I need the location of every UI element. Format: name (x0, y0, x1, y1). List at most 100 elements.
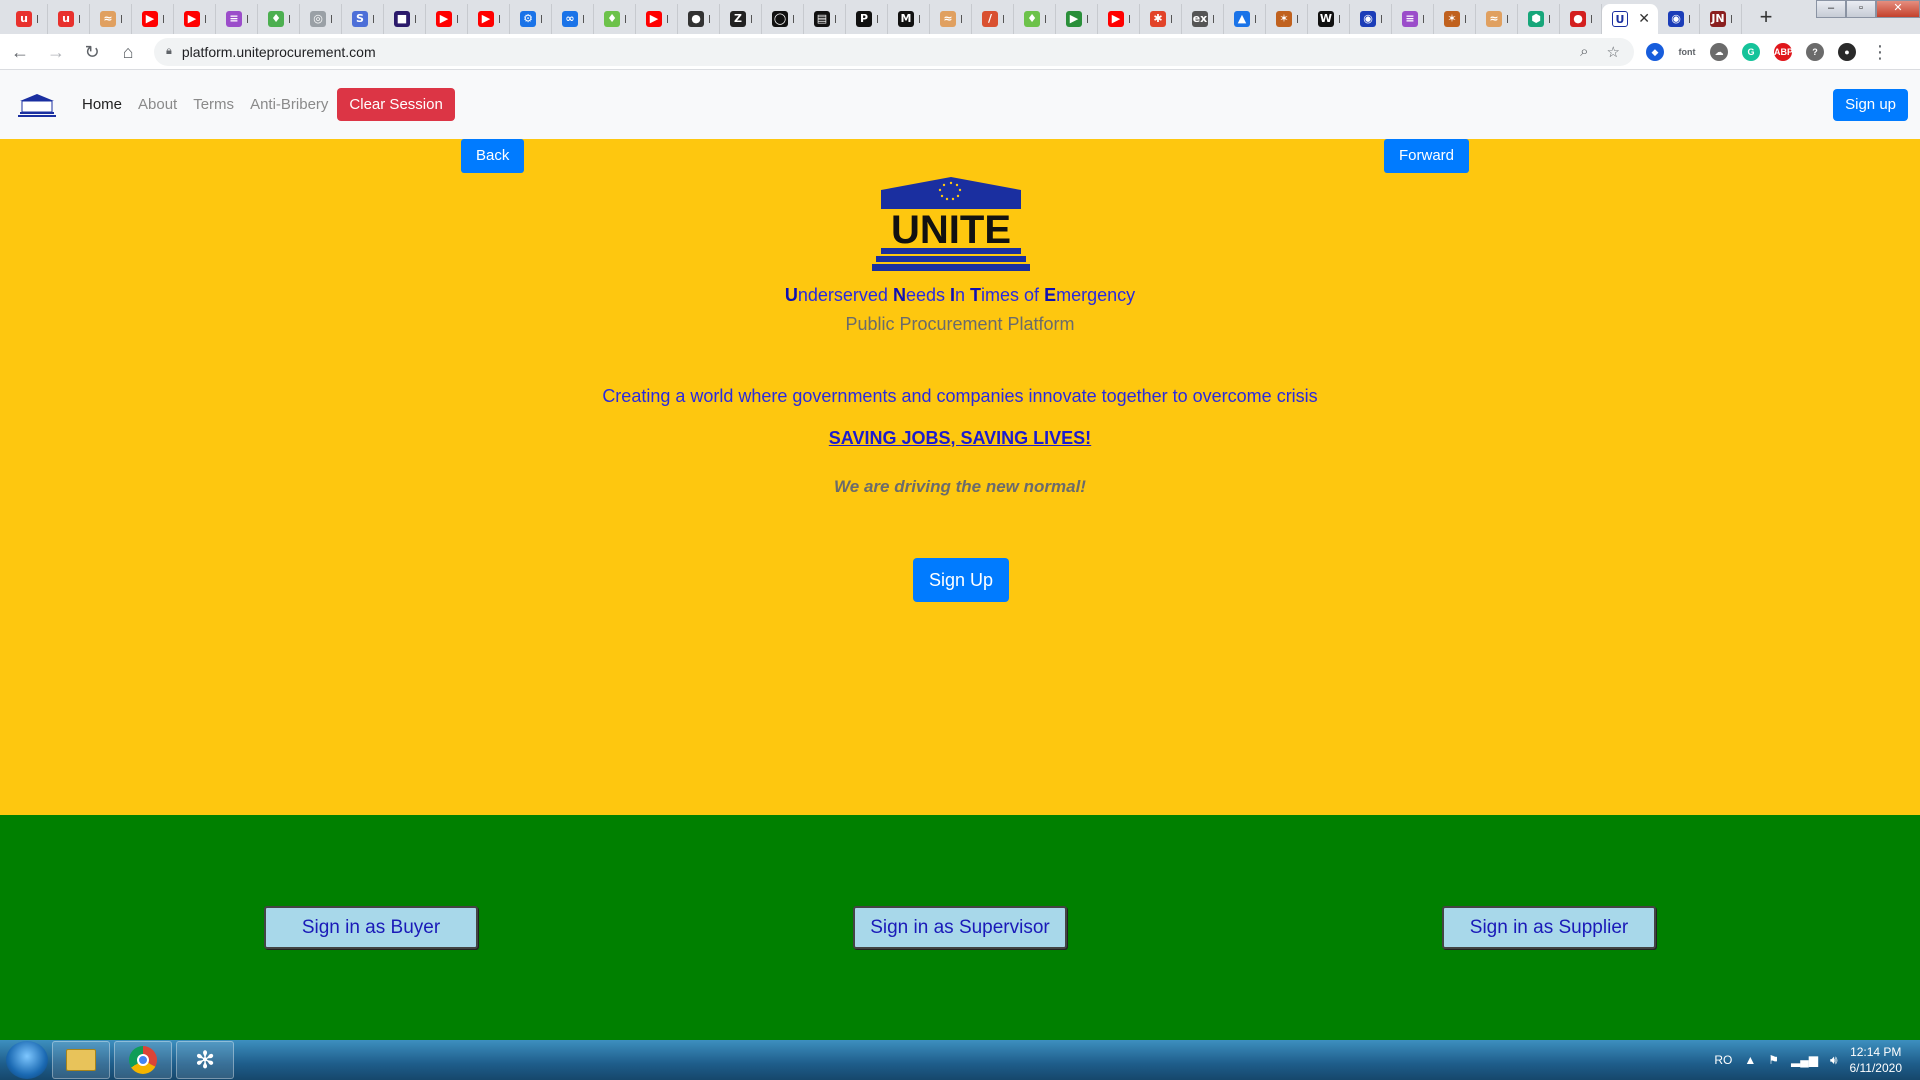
maximize-button[interactable]: ▫ (1846, 0, 1876, 18)
nav-terms[interactable]: Terms (193, 96, 234, 113)
minimize-button[interactable]: – (1816, 0, 1846, 18)
browser-tab[interactable]: W (1308, 4, 1350, 34)
bitwarden-icon[interactable]: ◆ (1646, 42, 1664, 61)
browser-toolbar: ← → ↻ ⌂ 🔒︎ platform.uniteprocurement.com… (0, 34, 1920, 70)
browser-tab[interactable]: ✶ (1266, 4, 1308, 34)
browser-tab[interactable]: ≈ (1476, 4, 1518, 34)
url-text: platform.uniteprocurement.com (181, 43, 376, 60)
browser-tab[interactable]: ✱ (1140, 4, 1182, 34)
browser-tab[interactable]: ≈ (90, 4, 132, 34)
sign-in-supervisor-button[interactable]: Sign in as Supervisor (853, 906, 1067, 949)
clear-session-button[interactable]: Clear Session (337, 88, 455, 121)
unite-brand-logo[interactable] (18, 92, 56, 118)
browser-tab[interactable]: S (342, 4, 384, 34)
browser-tab[interactable]: ex (1182, 4, 1224, 34)
nav-home[interactable]: Home (82, 96, 122, 113)
slack-icon[interactable]: ✻ (176, 1041, 234, 1079)
browser-tab[interactable]: ▶ (426, 4, 468, 34)
profile-avatar-icon[interactable]: ● (1838, 42, 1856, 61)
forward-arrow-icon[interactable]: → (40, 36, 72, 68)
z-icon: Z (730, 11, 746, 27)
globe-icon: ◎ (310, 11, 326, 27)
youtube-icon: ▶ (142, 11, 158, 27)
browser-tab[interactable]: ▤ (804, 4, 846, 34)
file-explorer-icon[interactable] (52, 1041, 110, 1079)
start-button-icon[interactable] (6, 1041, 48, 1079)
driving-text: We are driving the new normal! (834, 477, 1086, 496)
zoom-icon[interactable]: ⌕ (1580, 43, 1588, 61)
browser-tab[interactable]: u (6, 4, 48, 34)
browser-tab[interactable]: ◉ (1350, 4, 1392, 34)
grammarly-icon[interactable]: G (1742, 42, 1760, 61)
extension-badge-icon[interactable]: ? (1806, 42, 1824, 61)
sign-up-button[interactable]: Sign Up (913, 558, 1010, 602)
browser-tab[interactable]: / (972, 4, 1014, 34)
action-center-flag-icon[interactable]: ⚑ (1768, 1053, 1779, 1067)
browser-tab[interactable]: u (48, 4, 90, 34)
browser-tab[interactable]: ◯ (762, 4, 804, 34)
reload-icon[interactable]: ↻ (76, 36, 108, 68)
browser-tab[interactable]: ● (678, 4, 720, 34)
forward-button[interactable]: Forward (1384, 139, 1470, 173)
browser-tab[interactable]: ▶ (132, 4, 174, 34)
nav-anti-bribery[interactable]: Anti-Bribery (250, 96, 328, 113)
tab-divider (835, 15, 839, 23)
browser-tab[interactable]: ♦ (594, 4, 636, 34)
browser-tab-active[interactable]: U ✕ (1602, 4, 1658, 34)
youtube-icon: ▶ (646, 11, 662, 27)
browser-tab[interactable]: ● (1560, 4, 1602, 34)
s-icon: S (352, 11, 368, 27)
bookmark-star-icon[interactable]: ☆ (1607, 43, 1620, 61)
sign-in-supplier-button[interactable]: Sign in as Supplier (1442, 906, 1656, 949)
browser-tab[interactable]: ▲ (1224, 4, 1266, 34)
font-icon[interactable]: font (1678, 43, 1696, 61)
tab-divider (583, 15, 587, 23)
browser-tab[interactable]: ♦ (258, 4, 300, 34)
address-bar[interactable]: 🔒︎ platform.uniteprocurement.com ⌕ ☆ (154, 37, 1634, 66)
browser-tab[interactable]: M (888, 4, 930, 34)
browser-tab[interactable]: ◎ (300, 4, 342, 34)
tray-expand-icon[interactable]: ▲ (1744, 1053, 1756, 1067)
nav-about[interactable]: About (138, 96, 177, 113)
sign-in-buyer-button[interactable]: Sign in as Buyer (264, 906, 478, 949)
browser-tab[interactable]: ■ (384, 4, 426, 34)
browser-tab[interactable]: ▶ (174, 4, 216, 34)
browser-tab[interactable]: ≈ (930, 4, 972, 34)
volume-icon[interactable]: 🔊︎ (1830, 1053, 1838, 1068)
clock[interactable]: 12:14 PM 6/11/2020 (1850, 1044, 1903, 1076)
browser-tab[interactable]: ≡ (1392, 4, 1434, 34)
new-tab-button[interactable]: + (1752, 4, 1780, 32)
adblock-icon[interactable]: ABP (1774, 42, 1793, 61)
close-window-button[interactable]: ✕ (1876, 0, 1920, 18)
browser-tab[interactable]: ▶ (468, 4, 510, 34)
tab-close-icon[interactable]: ✕ (1638, 10, 1650, 27)
browser-tab[interactable]: ∞ (552, 4, 594, 34)
browser-tab[interactable]: JN (1700, 4, 1742, 34)
chrome-icon[interactable] (114, 1041, 172, 1079)
slogan-link[interactable]: SAVING JOBS, SAVING LIVES! (0, 428, 1920, 449)
browser-tab[interactable]: ▶ (1098, 4, 1140, 34)
browser-tab[interactable]: ⬢ (1518, 4, 1560, 34)
browser-tab[interactable]: Z (720, 4, 762, 34)
nav-sign-up-button[interactable]: Sign up (1833, 89, 1908, 121)
home-icon[interactable]: ⌂ (112, 36, 144, 68)
browser-tab[interactable]: ≡ (216, 4, 258, 34)
browser-tab[interactable]: ▶ (1056, 4, 1098, 34)
browser-tab[interactable]: ◉ (1658, 4, 1700, 34)
browser-tab[interactable]: P (846, 4, 888, 34)
menu-kebab-icon[interactable]: ⋮ (1864, 36, 1896, 68)
youtube-icon: ▶ (436, 11, 452, 27)
browser-tab[interactable]: ⚙ (510, 4, 552, 34)
network-icon[interactable]: ▂▄▆ (1791, 1053, 1818, 1067)
browser-tab[interactable]: ▶ (636, 4, 678, 34)
tab-divider (541, 15, 545, 23)
hermes-icon: u (16, 11, 32, 27)
back-button[interactable]: Back (461, 139, 525, 173)
cloud-icon[interactable]: ☁ (1710, 42, 1728, 61)
browser-tab[interactable]: ✶ (1434, 4, 1476, 34)
acronym-word-rest: mergency (1056, 285, 1136, 305)
browser-tab[interactable]: ♦ (1014, 4, 1056, 34)
back-arrow-icon[interactable]: ← (4, 36, 36, 68)
tab-divider (793, 15, 797, 23)
language-indicator[interactable]: RO (1714, 1053, 1732, 1067)
